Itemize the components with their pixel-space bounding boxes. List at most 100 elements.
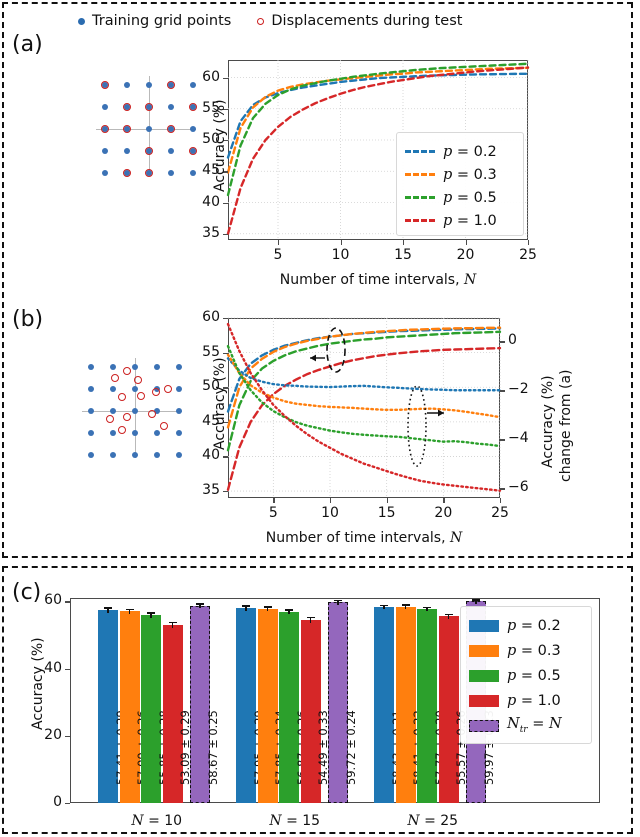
x-tick-label: 15 xyxy=(394,247,412,263)
y-tick-label: 0 xyxy=(53,794,62,810)
legend-swatch-box xyxy=(469,669,499,682)
y-tick-mark xyxy=(65,668,70,670)
y-tick-label-right: 0 xyxy=(508,332,517,349)
legend-entry-p-0-2: p = 0.2 xyxy=(405,140,515,163)
training-grid-point xyxy=(146,82,152,88)
legend-entry-label: p = 0.2 xyxy=(507,617,561,634)
legend-entry-label: Ntr = N xyxy=(507,716,562,735)
panel-a-ylabel: Accuracy (%) xyxy=(212,99,228,192)
training-grid-point xyxy=(102,148,108,154)
training-grid-point xyxy=(124,82,130,88)
x-tick-mark xyxy=(273,498,275,503)
training-grid-point xyxy=(176,364,182,370)
x-tick-label: 10 xyxy=(331,247,350,263)
y-tick-label: 40 xyxy=(202,193,220,210)
x-tick-label: 10 xyxy=(321,505,339,521)
x-tick-label: 20 xyxy=(434,505,453,521)
error-bar-cap xyxy=(242,605,250,607)
panel-c-ylabel: Accuracy (%) xyxy=(30,637,46,730)
panel-b-label: (b) xyxy=(12,307,44,332)
displacement-circle xyxy=(118,426,126,434)
x-tick-mark xyxy=(278,240,280,245)
figure-root: Training grid points Displacements durin… xyxy=(0,0,640,837)
legend-label-training-grid-points: Training grid points xyxy=(92,13,232,29)
panel-b-ylabel-right-line1: Accuracy (%) xyxy=(540,375,556,468)
training-grid-point xyxy=(88,386,94,392)
displacement-circle xyxy=(123,367,131,375)
y-tick-mark-right xyxy=(500,488,505,490)
training-grid-point xyxy=(168,148,174,154)
legend-entry-label: p = 0.3 xyxy=(443,166,497,183)
displacement-circle xyxy=(148,410,156,418)
legend-label-displacements-during-test: Displacements during test xyxy=(271,13,463,29)
y-tick-mark-right xyxy=(500,390,505,392)
x-group-label: N = 25 xyxy=(407,813,459,829)
training-grid-point xyxy=(110,408,116,414)
y-tick-mark xyxy=(223,77,228,79)
legend-swatch-dashed-line xyxy=(405,196,435,199)
training-grid-point xyxy=(176,452,182,458)
training-grid-point xyxy=(110,452,116,458)
legend-item-training-grid-points: Training grid points xyxy=(78,13,231,29)
legend-entry-p-1-0: p = 1.0 xyxy=(405,209,515,232)
y-tick-label-right: −4 xyxy=(508,430,529,447)
y-tick-mark xyxy=(223,233,228,236)
y-tick-mark xyxy=(223,491,228,493)
training-grid-point xyxy=(176,386,182,392)
legend-swatch-dashed-box xyxy=(469,719,499,732)
error-bar-cap xyxy=(306,616,315,619)
training-grid-point xyxy=(154,430,160,436)
training-grid-point xyxy=(102,104,108,110)
displacement-circle xyxy=(167,81,175,89)
training-grid-point xyxy=(110,430,116,436)
x-tick-mark xyxy=(528,240,530,245)
displacement-circle xyxy=(111,374,119,382)
error-bar-cap xyxy=(380,604,388,607)
x-group-label: N = 15 xyxy=(269,813,321,829)
y-tick-mark xyxy=(223,202,228,204)
y-tick-mark-right xyxy=(500,439,505,441)
training-grid-point xyxy=(124,148,130,154)
panel-a-xlabel: Number of time intervals, N xyxy=(279,272,477,288)
bar-value-label: 58.67 ± 0.25 xyxy=(205,710,220,785)
displacement-circle xyxy=(118,393,126,401)
top-legend: Training grid points Displacements durin… xyxy=(78,10,508,32)
panel-b-xlabel: Number of time intervals, N xyxy=(265,530,463,546)
x-tick-mark xyxy=(386,498,389,503)
training-grid-point xyxy=(88,408,94,414)
open-red-circle-icon xyxy=(257,17,265,25)
legend-entry-label: p = 1.0 xyxy=(443,212,497,229)
displacement-circle xyxy=(123,413,131,421)
training-grid-point xyxy=(88,430,94,436)
displacement-circle xyxy=(123,103,131,111)
training-grid-point xyxy=(146,126,152,132)
error-bar-cap xyxy=(196,603,204,605)
y-tick-mark-right xyxy=(500,341,505,343)
displacement-circle xyxy=(106,415,114,423)
y-tick-mark xyxy=(223,456,228,458)
panel-a-grid-diagram xyxy=(96,76,206,184)
y-tick-label-right: −6 xyxy=(508,479,529,496)
x-tick-mark xyxy=(465,240,467,245)
filled-blue-dot-icon xyxy=(78,17,85,25)
displacement-circle xyxy=(145,103,153,111)
error-bar-cap xyxy=(401,604,410,607)
y-tick-label: 35 xyxy=(202,224,220,241)
legend-entry-p-0-2: p = 0.2 xyxy=(469,613,583,638)
error-bar-cap xyxy=(168,621,177,624)
error-bar-cap xyxy=(125,608,134,611)
legend-entry-label: p = 1.0 xyxy=(507,692,561,709)
legend-entry-p-0-3: p = 0.3 xyxy=(469,638,583,663)
displacement-circle xyxy=(160,422,168,430)
y-tick-mark xyxy=(223,318,228,320)
legend-entry-ntr-n: Ntr = N xyxy=(469,713,583,738)
x-tick-mark xyxy=(330,498,332,503)
training-grid-point xyxy=(102,170,108,176)
x-group-label: N = 10 xyxy=(131,813,183,829)
error-bar-cap xyxy=(147,612,155,615)
training-grid-point xyxy=(176,408,182,414)
displacement-circle xyxy=(164,385,172,393)
error-bar-cap xyxy=(334,599,342,602)
y-tick-mark xyxy=(65,735,70,738)
error-bar-cap xyxy=(104,607,112,609)
